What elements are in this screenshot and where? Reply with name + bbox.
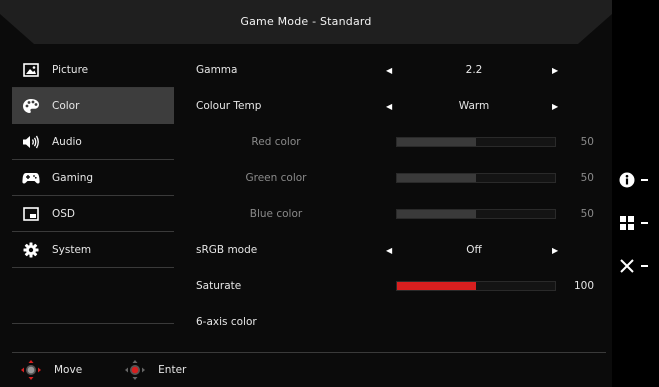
blue-color-fill [397,210,476,218]
blue-color-slider [396,209,556,219]
blue-color-row: Blue color 50 [186,196,606,232]
color-settings: Gamma ◀ 2.2 ▶ Colour Temp ◀ Warm ▶ Red c… [186,52,606,340]
red-color-row: Red color 50 [186,124,606,160]
close-icon [618,257,636,275]
page-title: Game Mode - Standard [240,15,372,28]
blue-color-value: 50 [580,208,594,220]
saturate-value: 100 [573,280,594,292]
green-color-fill [397,174,476,182]
sidebar-item-picture[interactable]: Picture [12,52,174,88]
close-hotkey[interactable] [618,257,648,275]
gamma-row[interactable]: Gamma ◀ 2.2 ▶ [186,52,606,88]
gear-icon [22,241,40,259]
six-axis-color-label: 6-axis color [196,316,257,328]
colour-temp-value: Warm [458,100,490,112]
sidebar-spacer [12,268,174,324]
move-joystick-icon [20,359,42,381]
sidebar-item-label: Audio [52,135,82,148]
hotkey-dash [641,179,648,181]
enter-label: Enter [158,364,187,376]
hotkey-dash [641,222,648,224]
srgb-mode-row[interactable]: sRGB mode ◀ Off ▶ [186,232,606,268]
green-color-value: 50 [580,172,594,184]
sidebar-item-osd[interactable]: OSD [12,196,174,232]
arrow-left-icon[interactable]: ◀ [386,66,396,75]
gamma-value: 2.2 [465,64,483,76]
saturate-slider[interactable] [396,281,556,291]
sidebar-item-gaming[interactable]: Gaming [12,160,174,196]
blue-color-label: Blue color [249,208,303,220]
gamepad-icon [22,169,40,187]
footer-divider [12,352,606,353]
hotkey-column [612,0,659,387]
move-hint: Move [12,359,82,381]
six-axis-color-row[interactable]: 6-axis color [186,304,606,340]
green-color-label: Green color [245,172,307,184]
saturate-fill [397,282,476,290]
info-hotkey[interactable] [618,171,648,189]
sidebar-item-system[interactable]: System [12,232,174,268]
grid-hotkey[interactable] [618,214,648,232]
sidebar-item-label: OSD [52,207,76,220]
osd-panel: Game Mode - Standard Picture Color Audio… [0,0,612,387]
sidebar-item-label: System [52,243,92,256]
enter-joystick-icon [124,359,146,381]
speaker-icon [22,133,40,151]
sidebar-item-label: Picture [52,63,89,76]
picture-icon [22,61,40,79]
red-color-fill [397,138,476,146]
arrow-right-icon[interactable]: ▶ [552,102,562,111]
sidebar-item-label: Color [52,99,80,112]
enter-hint: Enter [116,359,186,381]
arrow-left-icon[interactable]: ◀ [386,102,396,111]
green-color-slider [396,173,556,183]
arrow-right-icon[interactable]: ▶ [552,66,562,75]
colour-temp-row[interactable]: Colour Temp ◀ Warm ▶ [186,88,606,124]
gamma-label: Gamma [196,64,238,76]
arrow-left-icon[interactable]: ◀ [386,246,396,255]
srgb-mode-selector[interactable]: ◀ Off ▶ [386,232,562,268]
move-label: Move [54,364,83,376]
colour-temp-label: Colour Temp [196,100,262,112]
red-color-label: Red color [251,136,301,148]
arrow-right-icon[interactable]: ▶ [552,246,562,255]
sidebar: Picture Color Audio Gaming OSD System [12,52,174,324]
green-color-row: Green color 50 [186,160,606,196]
grid-icon [618,214,636,232]
saturate-label: Saturate [196,280,242,292]
hotkey-dash [641,265,648,267]
palette-icon [22,97,40,115]
srgb-mode-value: Off [466,244,482,256]
gamma-selector[interactable]: ◀ 2.2 ▶ [386,52,562,88]
red-color-slider [396,137,556,147]
footer-hints: Move Enter [12,356,220,384]
red-color-value: 50 [580,136,594,148]
sidebar-item-label: Gaming [52,171,94,184]
sidebar-item-audio[interactable]: Audio [12,124,174,160]
osd-icon [22,205,40,223]
srgb-mode-label: sRGB mode [196,244,258,256]
colour-temp-selector[interactable]: ◀ Warm ▶ [386,88,562,124]
saturate-row[interactable]: Saturate 100 [186,268,606,304]
sidebar-item-color[interactable]: Color [12,88,174,124]
info-icon [618,171,636,189]
